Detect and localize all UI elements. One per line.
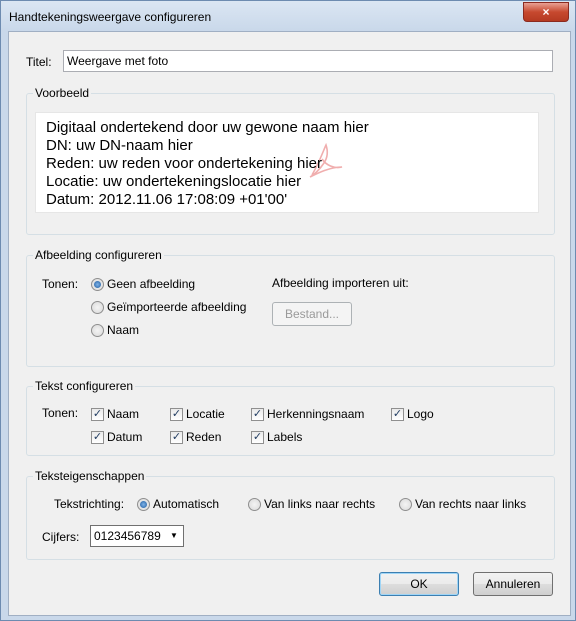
checkbox-logo-label[interactable]: Logo	[407, 407, 434, 421]
text-properties-group: Teksteigenschappen Tekstrichting: Automa…	[26, 469, 555, 560]
radio-direction-ltr[interactable]	[248, 498, 261, 511]
text-show-label: Tonen:	[42, 406, 79, 420]
radio-direction-ltr-label[interactable]: Van links naar rechts	[264, 497, 375, 511]
checkbox-distinguished-name-label[interactable]: Herkenningsnaam	[267, 407, 364, 421]
image-config-legend: Afbeelding configureren	[33, 248, 164, 262]
digits-select[interactable]: 0123456789 ▼	[90, 525, 184, 547]
text-config-group: Tekst configureren Tonen: ✓ Naam ✓ Locat…	[26, 379, 555, 456]
radio-name-label[interactable]: Naam	[107, 323, 139, 337]
radio-imported-image-label[interactable]: Geïmporteerde afbeelding	[107, 300, 246, 314]
checkbox-labels-label[interactable]: Labels	[267, 430, 302, 444]
text-config-legend: Tekst configureren	[33, 379, 136, 393]
checkbox-name[interactable]: ✓	[91, 408, 104, 421]
radio-direction-auto-label[interactable]: Automatisch	[153, 497, 219, 511]
radio-no-image-label[interactable]: Geen afbeelding	[107, 277, 195, 291]
preview-legend: Voorbeeld	[33, 86, 92, 100]
title-label: Titel:	[26, 55, 52, 69]
title-bar[interactable]: Handtekeningsweergave configureren ×	[1, 1, 575, 31]
radio-no-image[interactable]	[91, 278, 104, 291]
file-button[interactable]: Bestand...	[272, 302, 352, 326]
dialog-window: Handtekeningsweergave configureren × Tit…	[0, 0, 576, 621]
text-direction-label: Tekstrichting:	[54, 497, 125, 511]
preview-line: Datum: 2012.11.06 17:08:09 +01'00'	[46, 191, 288, 208]
checkbox-logo[interactable]: ✓	[391, 408, 404, 421]
checkbox-distinguished-name[interactable]: ✓	[251, 408, 264, 421]
close-icon: ×	[542, 5, 550, 19]
checkbox-location-label[interactable]: Locatie	[186, 407, 225, 421]
image-config-group: Afbeelding configureren Tonen: Geen afbe…	[26, 248, 555, 367]
preview-group: Voorbeeld Digitaal ondertekend door uw g…	[26, 86, 555, 235]
close-button[interactable]: ×	[523, 2, 569, 22]
checkbox-reason[interactable]: ✓	[170, 431, 183, 444]
signature-preview: Digitaal ondertekend door uw gewone naam…	[35, 112, 539, 213]
checkbox-location[interactable]: ✓	[170, 408, 183, 421]
import-from-label: Afbeelding importeren uit:	[272, 276, 409, 290]
dialog-body: Titel: Weergave met foto Voorbeeld Digit…	[8, 31, 571, 616]
digits-select-value: 0123456789	[94, 529, 161, 543]
image-show-label: Tonen:	[42, 277, 79, 291]
digits-label: Cijfers:	[42, 530, 80, 544]
chevron-down-icon: ▼	[170, 531, 178, 540]
cancel-button[interactable]: Annuleren	[473, 572, 553, 596]
checkbox-name-label[interactable]: Naam	[107, 407, 139, 421]
preview-line: Digitaal ondertekend door uw gewone naam…	[46, 119, 369, 136]
radio-direction-auto[interactable]	[137, 498, 150, 511]
title-input[interactable]: Weergave met foto	[63, 50, 553, 72]
checkbox-labels[interactable]: ✓	[251, 431, 264, 444]
radio-direction-rtl-label[interactable]: Van rechts naar links	[415, 497, 526, 511]
radio-direction-rtl[interactable]	[399, 498, 412, 511]
checkbox-date[interactable]: ✓	[91, 431, 104, 444]
checkbox-reason-label[interactable]: Reden	[186, 430, 221, 444]
preview-line: DN: uw DN-naam hier	[46, 137, 193, 154]
preview-line: Locatie: uw ondertekeningslocatie hier	[46, 173, 302, 190]
window-title: Handtekeningsweergave configureren	[9, 10, 212, 24]
text-properties-legend: Teksteigenschappen	[33, 469, 147, 483]
ok-button[interactable]: OK	[379, 572, 459, 596]
radio-name[interactable]	[91, 324, 104, 337]
radio-imported-image[interactable]	[91, 301, 104, 314]
preview-line: Reden: uw reden voor ondertekening hier	[46, 155, 323, 172]
checkbox-date-label[interactable]: Datum	[107, 430, 142, 444]
